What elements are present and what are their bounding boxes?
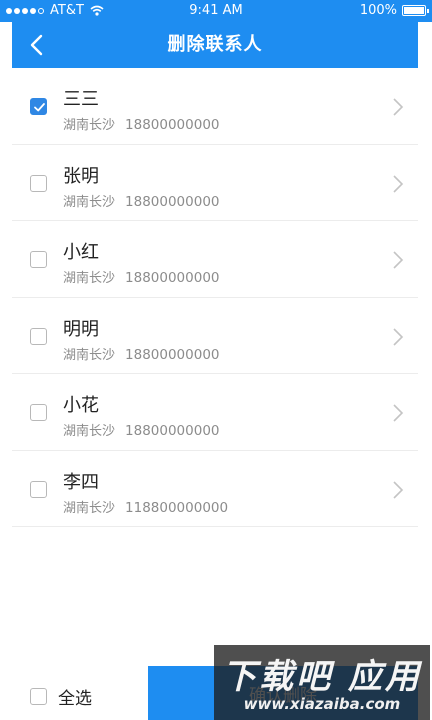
contact-phone: 18800000000: [125, 423, 220, 439]
select-all-checkbox[interactable]: [30, 688, 47, 705]
nav-bar: 删除联系人: [12, 22, 418, 68]
watermark-logo: 下载吧 应用 www.xiazaiba.com: [214, 645, 430, 720]
chevron-right-icon: [393, 480, 404, 499]
page-title: 删除联系人: [167, 34, 263, 55]
contact-checkbox[interactable]: [30, 174, 47, 192]
contact-phone: 18800000000: [125, 117, 220, 133]
contact-checkbox[interactable]: [30, 480, 47, 498]
status-bar: AT&T 9:41 AM 100%: [0, 0, 432, 22]
checkmark-icon: [34, 103, 45, 112]
contact-name: 小花: [63, 395, 99, 416]
contact-phone: 18800000000: [125, 270, 220, 286]
contact-phone: 118800000000: [125, 499, 229, 516]
list-item[interactable]: 小花 湖南长沙 18800000000: [12, 374, 418, 451]
contact-name: 张明: [63, 165, 99, 187]
contact-region: 湖南长沙: [63, 194, 116, 210]
chevron-right-icon: [393, 404, 404, 422]
contact-detail: 湖南长沙 18800000000: [63, 191, 220, 210]
select-all-label: 全选: [58, 689, 92, 709]
list-item[interactable]: 三三 湖南长沙 18800000000: [12, 68, 418, 145]
watermark-title: 下载吧 应用: [222, 657, 422, 697]
contact-list: 三三 湖南长沙 18800000000 张明 湖南长沙 18800000000 小红…: [12, 68, 418, 527]
list-item[interactable]: 明明 湖南长沙 18800000000: [12, 298, 418, 374]
contact-name: 李四: [63, 471, 99, 493]
contact-checkbox[interactable]: [30, 251, 47, 268]
contact-detail: 湖南长沙 18800000000: [63, 267, 220, 286]
contact-name: 三三: [63, 89, 99, 110]
list-item[interactable]: 小红 湖南长沙 18800000000: [12, 221, 418, 298]
contact-name: 明明: [63, 318, 99, 340]
contact-phone: 18800000000: [125, 193, 220, 210]
contact-detail: 湖南长沙 18800000000: [63, 420, 220, 439]
contact-region: 湖南长沙: [63, 118, 116, 133]
battery-indicator: 100%: [359, 3, 429, 18]
contact-phone: 18800000000: [125, 346, 220, 363]
contact-detail: 湖南长沙 18800000000: [63, 114, 220, 133]
chevron-right-icon: [393, 98, 404, 116]
battery-percent: 100%: [359, 3, 397, 18]
contact-region: 湖南长沙: [63, 424, 116, 439]
contact-checkbox[interactable]: [30, 98, 47, 115]
list-item[interactable]: 张明 湖南长沙 18800000000: [12, 145, 418, 221]
list-item[interactable]: 李四 湖南长沙 118800000000: [12, 451, 418, 527]
contact-name: 小红: [63, 242, 99, 263]
watermark-url: www.xiazaiba.com: [243, 695, 401, 713]
battery-icon: [402, 5, 429, 16]
contact-region: 湖南长沙: [63, 271, 116, 286]
select-all-toggle[interactable]: 全选: [30, 684, 92, 709]
contact-checkbox[interactable]: [30, 404, 47, 421]
contact-region: 湖南长沙: [63, 347, 116, 363]
contact-checkbox[interactable]: [30, 327, 47, 345]
contact-detail: 湖南长沙 18800000000: [63, 344, 220, 363]
chevron-right-icon: [393, 174, 404, 193]
contact-region: 湖南长沙: [63, 500, 116, 516]
contact-detail: 湖南长沙 118800000000: [63, 497, 228, 516]
chevron-right-icon: [393, 327, 404, 346]
chevron-right-icon: [393, 251, 404, 269]
